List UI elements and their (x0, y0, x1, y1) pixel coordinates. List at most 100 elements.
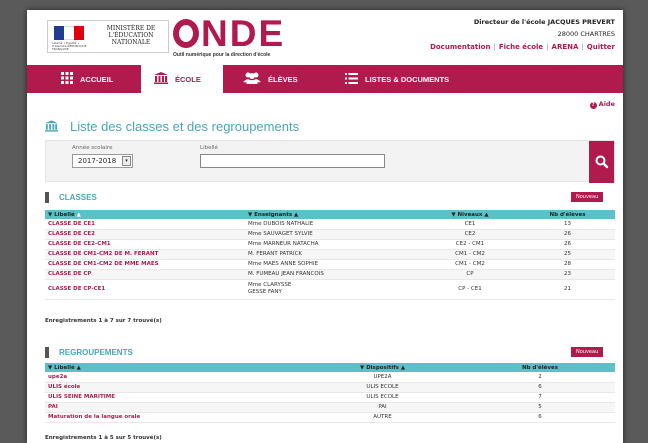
class-teacher: Mme SAUVAGET SYLVIE (245, 229, 420, 240)
nav-eleves-label: ÉLÈVES (268, 74, 298, 84)
table-row[interactable]: CLASSE DE CE2-CM1 Mme MARNEUR NATACHA CE2 … (45, 239, 615, 250)
classes-title: CLASSES (59, 193, 97, 202)
classes-table: ▼ Libellé ▲ ▼ Enseignants ▲ ▼ Niveaux ▲ … (45, 210, 615, 300)
class-name[interactable]: CLASSE DE CM1-CM2 DE M. FERANT (45, 249, 245, 260)
table-row[interactable]: CLASSE DE CM1-CM2 DE MME MAES Mme MAES AN… (45, 259, 615, 270)
new-class-button[interactable]: Nouveau (571, 192, 604, 202)
class-teacher: M. FUMEAU JEAN FRANCOIS (245, 269, 420, 280)
page-title: Liste des classes et des regroupements (70, 119, 300, 134)
class-count: 13 (520, 219, 615, 230)
link-arena[interactable]: ARENA (552, 43, 579, 51)
class-count: 23 (520, 269, 615, 280)
group-count: 5 (465, 402, 615, 413)
class-count: 25 (520, 249, 615, 260)
col-enseignants[interactable]: ▼ Enseignants ▲ (245, 210, 420, 219)
group-name[interactable]: upe2a (45, 372, 300, 383)
class-count: 26 (520, 239, 615, 250)
nav-eleves[interactable]: ÉLÈVES (243, 65, 298, 93)
class-name[interactable]: CLASSE DE CP-CE1 (45, 279, 245, 300)
class-name[interactable]: CLASSE DE CE2 (45, 229, 245, 240)
app-logo-o-icon (173, 19, 199, 48)
class-name[interactable]: CLASSE DE CE2-CM1 (45, 239, 245, 250)
page: Liberté • Égalité • Fraternité RÉPUBLIQU… (27, 10, 623, 443)
school-building-icon (45, 117, 58, 136)
sort-asc-icon: ▲ (484, 211, 489, 218)
col-niveaux[interactable]: ▼ Niveaux ▲ (420, 210, 520, 219)
table-row[interactable]: CLASSE DE CP-CE1 Mme CLARYSSE GESSE FANY C… (45, 279, 615, 300)
section-bar (45, 192, 49, 203)
group-device: PAI (300, 402, 465, 413)
link-documentation[interactable]: Documentation (430, 43, 490, 51)
group-device: ULIS ECOLE (300, 382, 465, 393)
class-level: CE2 (420, 229, 520, 240)
sort-asc-icon: ▲ (294, 211, 299, 218)
table-row[interactable]: upe2a UPE2A 2 (45, 372, 615, 383)
year-select[interactable]: 2017-2018 ▾ (72, 154, 133, 168)
regroupements-count: Enregistrements 1 à 5 sur 5 trouvé(s) (45, 435, 162, 441)
class-count: 26 (520, 229, 615, 240)
group-name[interactable]: PAI (45, 402, 300, 413)
search-button[interactable] (589, 141, 614, 183)
class-teacher: Mme MARNEUR NATACHA (245, 239, 420, 250)
class-level: CE2 - CM1 (420, 239, 520, 250)
group-name[interactable]: ULIS SEINE MARITIME (45, 392, 300, 403)
director-label: Directeur de l'école JACQUES PREVERT (473, 18, 615, 26)
new-group-button[interactable]: Nouveau (571, 347, 604, 357)
nav-ecole[interactable]: ÉCOLE (141, 65, 223, 93)
classes-section-header: CLASSES (45, 192, 615, 203)
search-icon (595, 155, 609, 169)
regroupements-table: ▼ Libellé ▲ ▼ Dispositifs ▲ Nb d'élèves … (45, 363, 615, 423)
list-icon (345, 72, 358, 86)
app-name: NDE (201, 13, 286, 54)
class-level: CP (420, 269, 520, 280)
table-row[interactable]: ULIS école ULIS ECOLE 6 (45, 382, 615, 393)
class-level: CP - CE1 (420, 279, 520, 300)
col-dispositifs[interactable]: ▼ Dispositifs ▲ (300, 363, 465, 372)
regroupements-section-header: REGROUPEMENTS (45, 347, 615, 358)
sort-asc-icon: ▲ (76, 364, 81, 371)
grid-icon (61, 72, 73, 86)
nav-listes-label: LISTES & DOCUMENTS (365, 74, 450, 84)
regroupements-title: REGROUPEMENTS (59, 348, 133, 357)
table-row[interactable]: CLASSE DE CM1-CM2 DE M. FERANT M. FERANT … (45, 249, 615, 260)
table-row[interactable]: ULIS SEINE MARITIME ULIS ECOLE 7 (45, 392, 615, 403)
class-teacher: Mme CLARYSSE GESSE FANY (245, 279, 420, 300)
help-link[interactable]: ? Aide (589, 100, 615, 109)
group-count: 2 (465, 372, 615, 383)
class-count: 28 (520, 259, 615, 270)
libelle-input[interactable] (200, 154, 385, 168)
nav-accueil[interactable]: ACCUEIL (61, 65, 113, 93)
table-row[interactable]: CLASSE DE CE2 Mme SAUVAGET SYLVIE CE2 26 (45, 229, 615, 240)
table-row[interactable]: Maturation de la langue orale AUTRE 6 (45, 412, 615, 423)
group-device: UPE2A (300, 372, 465, 383)
building-icon (154, 72, 168, 86)
question-icon: ? (589, 102, 597, 109)
app-subtitle: Outil numérique pour la direction d'écol… (173, 52, 271, 58)
col-libelle[interactable]: ▼ Libellé ▲ (45, 363, 300, 372)
col-libelle[interactable]: ▼ Libellé ▲ (45, 210, 245, 219)
nav-listes[interactable]: LISTES & DOCUMENTS (345, 65, 449, 93)
class-count: 21 (520, 279, 615, 300)
table-row[interactable]: CLASSE DE CP M. FUMEAU JEAN FRANCOIS CP 23 (45, 269, 615, 280)
group-name[interactable]: Maturation de la langue orale (45, 412, 300, 423)
class-name[interactable]: CLASSE DE CE1 (45, 219, 245, 230)
group-name[interactable]: ULIS école (45, 382, 300, 393)
group-device: AUTRE (300, 412, 465, 423)
search-panel: Année scolaire 2017-2018 ▾ Libellé (45, 140, 615, 183)
link-quitter[interactable]: Quitter (587, 43, 615, 51)
header: Liberté • Égalité • Fraternité RÉPUBLIQU… (27, 10, 623, 62)
link-fiche-ecole[interactable]: Fiche école (499, 43, 543, 51)
class-name[interactable]: CLASSE DE CM1-CM2 DE MME MAES (45, 259, 245, 270)
nav-ecole-label: ÉCOLE (175, 74, 201, 84)
nav-accueil-label: ACCUEIL (80, 74, 114, 84)
group-count: 7 (465, 392, 615, 403)
ministry-logo: Liberté • Égalité • Fraternité RÉPUBLIQU… (47, 20, 169, 53)
group-count: 6 (465, 412, 615, 423)
table-row[interactable]: CLASSE DE CE1 Mme DUBOIS NATHALIE CE1 13 (45, 219, 615, 230)
col-nb-eleves: Nb d'élèves (520, 210, 615, 219)
classes-count: Enregistrements 1 à 7 sur 7 trouvé(s) (45, 318, 162, 324)
class-name[interactable]: CLASSE DE CP (45, 269, 245, 280)
logo-motto: Liberté • Égalité • Fraternité RÉPUBLIQU… (52, 41, 87, 51)
libelle-label: Libellé (200, 145, 218, 151)
table-row[interactable]: PAI PAI 5 (45, 402, 615, 413)
